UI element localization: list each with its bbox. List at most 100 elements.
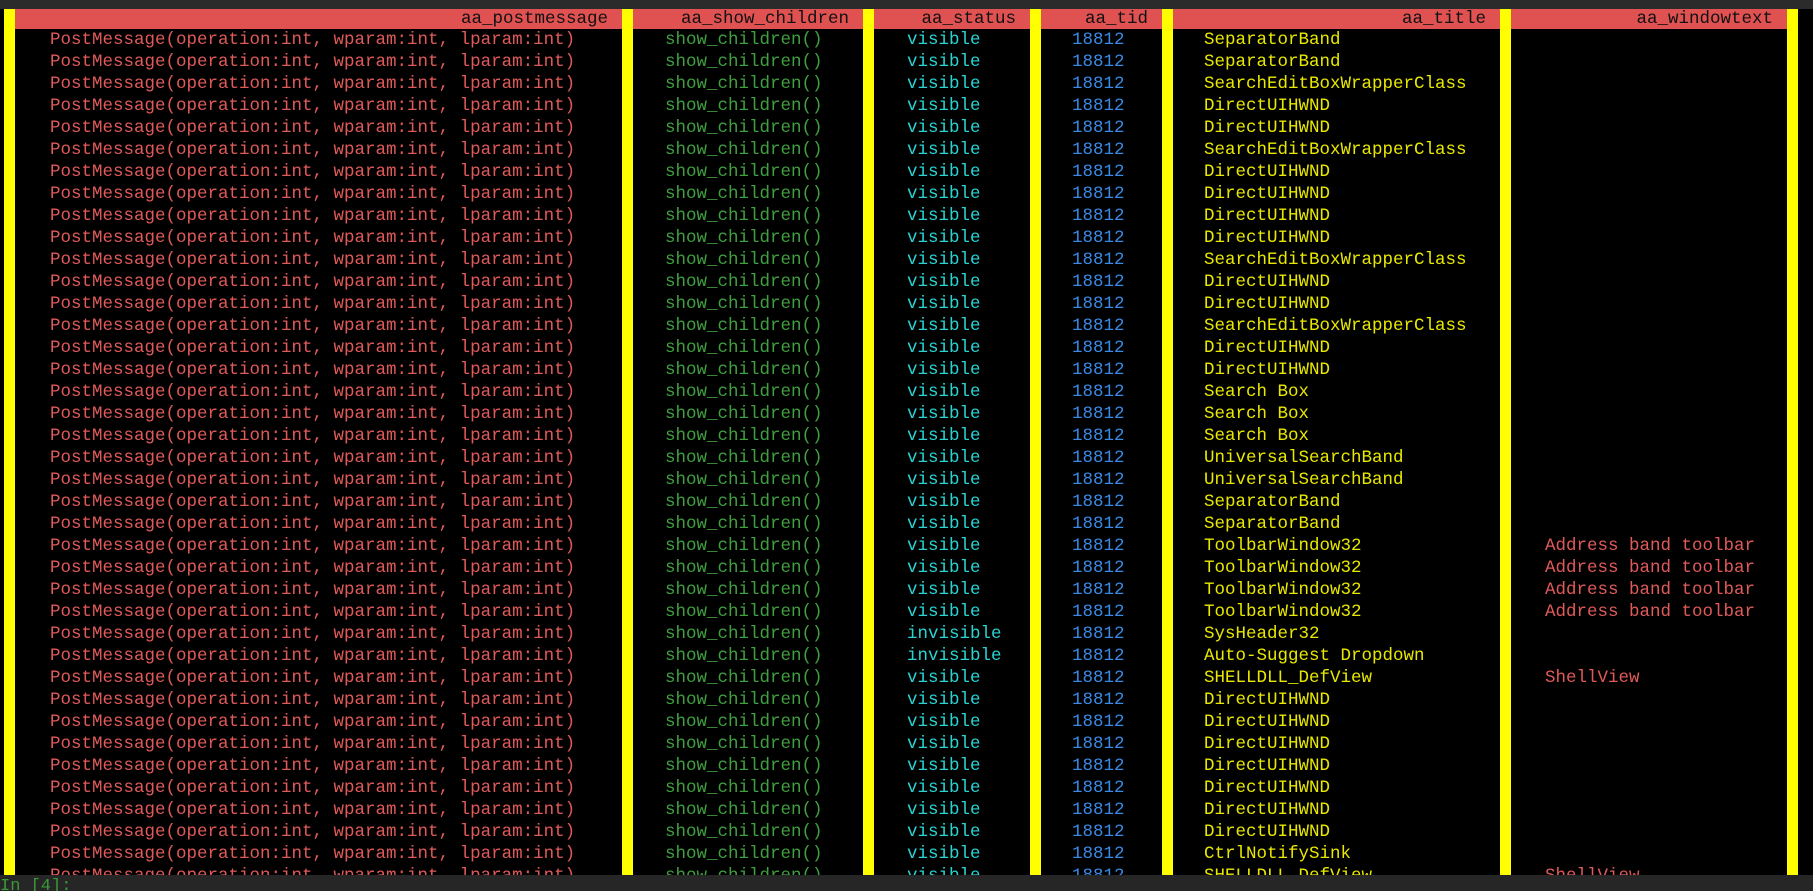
cell-windowtext: [1545, 183, 1795, 205]
cell-postmessage: PostMessage(operation:int, wparam:int, l…: [50, 272, 576, 292]
cell-title: SHELLDLL_DefView: [1204, 668, 1373, 688]
cell-windowtext: [1545, 447, 1795, 469]
cell-status: visible: [907, 756, 981, 776]
cell-windowtext: [1545, 139, 1795, 161]
header-postmessage[interactable]: aa_postmessage: [15, 9, 622, 29]
cell-title: ToolbarWindow32: [1204, 602, 1362, 622]
cell-show-children: show_children(): [665, 602, 823, 622]
cell-title: DirectUIHWND: [1204, 294, 1331, 314]
table-row[interactable]: PostMessage(operation:int, wparam:int, l…: [0, 843, 1813, 865]
cell-status: visible: [907, 426, 981, 446]
cell-postmessage: PostMessage(operation:int, wparam:int, l…: [50, 52, 576, 72]
cell-status: visible: [907, 514, 981, 534]
cell-tid: 18812: [1072, 140, 1125, 160]
table-row[interactable]: PostMessage(operation:int, wparam:int, l…: [0, 359, 1813, 381]
table-row[interactable]: PostMessage(operation:int, wparam:int, l…: [0, 601, 1813, 623]
table-row[interactable]: PostMessage(operation:int, wparam:int, l…: [0, 183, 1813, 205]
cell-show-children: show_children(): [665, 756, 823, 776]
table-row[interactable]: PostMessage(operation:int, wparam:int, l…: [0, 337, 1813, 359]
table-row[interactable]: PostMessage(operation:int, wparam:int, l…: [0, 491, 1813, 513]
table-row[interactable]: PostMessage(operation:int, wparam:int, l…: [0, 821, 1813, 843]
cell-title: SearchEditBoxWrapperClass: [1204, 250, 1467, 270]
cell-postmessage: PostMessage(operation:int, wparam:int, l…: [50, 250, 576, 270]
cell-show-children: show_children(): [665, 624, 823, 644]
cell-show-children: show_children(): [665, 844, 823, 864]
table-row[interactable]: PostMessage(operation:int, wparam:int, l…: [0, 51, 1813, 73]
table-row[interactable]: PostMessage(operation:int, wparam:int, l…: [0, 425, 1813, 447]
table-row[interactable]: PostMessage(operation:int, wparam:int, l…: [0, 381, 1813, 403]
cell-tid: 18812: [1072, 294, 1125, 314]
table-row[interactable]: PostMessage(operation:int, wparam:int, l…: [0, 249, 1813, 271]
cell-postmessage: PostMessage(operation:int, wparam:int, l…: [50, 865, 620, 875]
cell-windowtext: ShellView: [1545, 668, 1640, 688]
table-row[interactable]: PostMessage(operation:int, wparam:int, l…: [0, 469, 1813, 491]
cell-windowtext: [1545, 689, 1795, 711]
cell-status: visible: [907, 492, 981, 512]
cell-tid: 18812: [1072, 338, 1125, 358]
cell-show-children: show_children(): [665, 184, 823, 204]
table-row[interactable]: PostMessage(operation:int, wparam:int, l…: [0, 95, 1813, 117]
cell-postmessage: PostMessage(operation:int, wparam:int, l…: [50, 316, 576, 336]
table-row[interactable]: PostMessage(operation:int, wparam:int, l…: [0, 557, 1813, 579]
table-row[interactable]: PostMessage(operation:int, wparam:int, l…: [0, 535, 1813, 557]
table-row[interactable]: PostMessage(operation:int, wparam:int, l…: [0, 227, 1813, 249]
cell-tid: 18812: [1072, 602, 1125, 622]
table-row[interactable]: PostMessage(operation:int, wparam:int, l…: [0, 579, 1813, 601]
table-row[interactable]: PostMessage(operation:int, wparam:int, l…: [0, 755, 1813, 777]
cell-windowtext: [1545, 403, 1795, 425]
table-row[interactable]: PostMessage(operation:int, wparam:int, l…: [0, 73, 1813, 95]
cell-status: visible: [907, 294, 981, 314]
cell-title: Auto-Suggest Dropdown: [1204, 646, 1425, 666]
cell-tid: 18812: [1072, 668, 1125, 688]
table-row[interactable]: PostMessage(operation:int, wparam:int, l…: [0, 205, 1813, 227]
table-row[interactable]: PostMessage(operation:int, wparam:int, l…: [0, 315, 1813, 337]
cell-show-children: show_children(): [665, 316, 823, 336]
header-tid[interactable]: aa_tid: [1041, 9, 1162, 29]
cell-postmessage: PostMessage(operation:int, wparam:int, l…: [50, 118, 576, 138]
cell-windowtext: [1545, 249, 1795, 271]
table-row[interactable]: PostMessage(operation:int, wparam:int, l…: [0, 667, 1813, 689]
table-row[interactable]: PostMessage(operation:int, wparam:int, l…: [0, 865, 1813, 875]
table-row[interactable]: PostMessage(operation:int, wparam:int, l…: [0, 117, 1813, 139]
cell-windowtext: [1545, 51, 1795, 73]
table-header: aa_postmessage aa_show_children aa_statu…: [0, 9, 1813, 29]
table-row[interactable]: PostMessage(operation:int, wparam:int, l…: [0, 161, 1813, 183]
cell-tid: 18812: [1072, 74, 1125, 94]
cell-tid: 18812: [1072, 800, 1125, 820]
table-row[interactable]: PostMessage(operation:int, wparam:int, l…: [0, 623, 1813, 645]
cell-title: SeparatorBand: [1204, 492, 1341, 512]
cell-show-children: show_children(): [665, 514, 823, 534]
table-row[interactable]: PostMessage(operation:int, wparam:int, l…: [0, 293, 1813, 315]
cell-postmessage: PostMessage(operation:int, wparam:int, l…: [50, 602, 576, 622]
cell-title: DirectUIHWND: [1204, 96, 1331, 116]
cell-postmessage: PostMessage(operation:int, wparam:int, l…: [50, 734, 576, 754]
table-row[interactable]: PostMessage(operation:int, wparam:int, l…: [0, 645, 1813, 667]
table-row[interactable]: PostMessage(operation:int, wparam:int, l…: [0, 733, 1813, 755]
cell-title: DirectUIHWND: [1204, 206, 1331, 226]
table-row[interactable]: PostMessage(operation:int, wparam:int, l…: [0, 271, 1813, 293]
table-row[interactable]: PostMessage(operation:int, wparam:int, l…: [0, 777, 1813, 799]
table-row[interactable]: PostMessage(operation:int, wparam:int, l…: [0, 711, 1813, 733]
cell-tid: 18812: [1072, 162, 1125, 182]
table-row[interactable]: PostMessage(operation:int, wparam:int, l…: [0, 139, 1813, 161]
cell-status: visible: [907, 536, 981, 556]
cell-show-children: show_children(): [665, 690, 823, 710]
cell-postmessage: PostMessage(operation:int, wparam:int, l…: [50, 778, 576, 798]
table-row[interactable]: PostMessage(operation:int, wparam:int, l…: [0, 689, 1813, 711]
header-show-children[interactable]: aa_show_children: [633, 9, 863, 29]
cell-show-children: show_children(): [665, 118, 823, 138]
header-title[interactable]: aa_title: [1173, 9, 1500, 29]
cell-tid: 18812: [1072, 690, 1125, 710]
table-row[interactable]: PostMessage(operation:int, wparam:int, l…: [0, 513, 1813, 535]
table-row[interactable]: PostMessage(operation:int, wparam:int, l…: [0, 447, 1813, 469]
header-status[interactable]: aa_status: [874, 9, 1030, 29]
table-row[interactable]: PostMessage(operation:int, wparam:int, l…: [0, 29, 1813, 51]
header-windowtext[interactable]: aa_windowtext: [1511, 9, 1787, 29]
cell-status: visible: [907, 800, 981, 820]
cell-tid: 18812: [1072, 228, 1125, 248]
table-row[interactable]: PostMessage(operation:int, wparam:int, l…: [0, 403, 1813, 425]
cell-status: visible: [907, 52, 981, 72]
table-row[interactable]: PostMessage(operation:int, wparam:int, l…: [0, 799, 1813, 821]
cell-show-children: show_children(): [665, 646, 823, 666]
cell-title: SearchEditBoxWrapperClass: [1204, 316, 1467, 336]
